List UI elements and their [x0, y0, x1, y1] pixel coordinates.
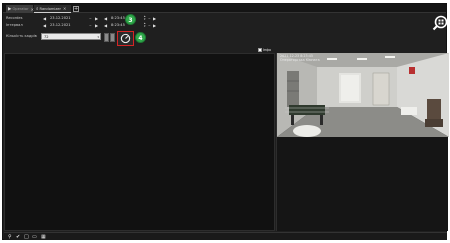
pin-icon[interactable]: ⚲ — [8, 234, 12, 240]
date-stepper-minus[interactable]: − — [89, 16, 92, 20]
time-stepper-minus[interactable]: − — [148, 16, 151, 20]
recordes-time[interactable]: 8:23:45 — [111, 16, 125, 20]
info-toggle-label: Інфо — [263, 48, 271, 52]
interval-date[interactable]: 23.12.2021 — [50, 23, 71, 27]
preview-panel: 2021-12-23 8:23:45 Операторська Кімната — [276, 53, 449, 231]
grid-icon[interactable]: ▦ — [41, 234, 46, 240]
tab-randomizer-label: Randomizer — [39, 6, 61, 11]
clock-icon — [120, 33, 131, 44]
frame-count-select[interactable]: 72 ▾ — [41, 33, 101, 40]
search-icon: ⌕ — [36, 6, 39, 12]
tab-operator-label: Operator — [12, 7, 29, 11]
pause-button-left[interactable] — [104, 33, 109, 42]
interval-label: Інтервал — [6, 23, 23, 27]
pause-button-right[interactable] — [110, 33, 115, 42]
close-icon[interactable]: ✕ — [63, 6, 66, 11]
camera-scene-image — [277, 53, 449, 137]
next-date-button[interactable]: ▶ — [95, 23, 98, 28]
video-camera-name: Операторська Кімната — [280, 58, 320, 62]
recordes-label: Recordes — [6, 16, 23, 20]
chevron-down-icon: ▾ — [97, 35, 99, 39]
frame-count-label: Кількість кадрів — [6, 34, 37, 38]
prev-time-button[interactable]: ◀ — [104, 16, 107, 21]
camera-icon: ▶ — [8, 6, 12, 12]
step-badge-3: 3 — [125, 14, 136, 25]
interval-time[interactable]: 8:23:45 — [111, 23, 125, 27]
time-spinner[interactable]: ▴ ▾ — [144, 22, 146, 28]
camera-video-frame[interactable]: 2021-12-23 8:23:45 Операторська Кімната — [277, 53, 449, 137]
add-tab-button[interactable]: + — [73, 6, 79, 12]
results-panel[interactable] — [4, 53, 275, 231]
clock-button[interactable] — [117, 31, 134, 46]
step-badge-4: 4 — [135, 32, 146, 43]
check-icon[interactable]: ✔ — [16, 234, 20, 240]
status-bar: ⚲ ✔ □ ▭ ▦ — [4, 232, 447, 240]
next-date-button[interactable]: ▶ — [95, 16, 98, 21]
zoom-search-icon[interactable] — [432, 15, 448, 31]
prev-date-button[interactable]: ◀ — [43, 16, 46, 21]
frame-count-value: 72 — [44, 35, 49, 39]
date-stepper-minus[interactable]: − — [89, 23, 92, 27]
window-icon[interactable]: ▭ — [32, 234, 37, 240]
tab-randomizer[interactable]: ⌕ Randomizer ✕ — [34, 5, 71, 13]
video-overlay-text: 2021-12-23 8:23:45 Операторська Кімната — [280, 54, 320, 62]
main-window: ▶ Operator ✕ ⌕ Randomizer ✕ + Recordes ◀… — [2, 3, 449, 240]
recordes-date[interactable]: 23.12.2021 — [50, 16, 71, 20]
info-toggle[interactable]: Інфо — [258, 48, 271, 52]
tab-bar: ▶ Operator ✕ ⌕ Randomizer ✕ + — [3, 4, 446, 13]
info-checkbox[interactable] — [258, 48, 262, 52]
next-time-button[interactable]: ▶ — [153, 23, 156, 28]
prev-time-button[interactable]: ◀ — [104, 23, 107, 28]
app-root: ▶ Operator ✕ ⌕ Randomizer ✕ + Recordes ◀… — [0, 0, 450, 243]
time-stepper-minus[interactable]: − — [148, 23, 151, 27]
tab-operator[interactable]: ▶ Operator ✕ — [6, 5, 34, 13]
prev-date-button[interactable]: ◀ — [43, 23, 46, 28]
next-time-button[interactable]: ▶ — [153, 16, 156, 21]
square-icon[interactable]: □ — [24, 234, 29, 240]
